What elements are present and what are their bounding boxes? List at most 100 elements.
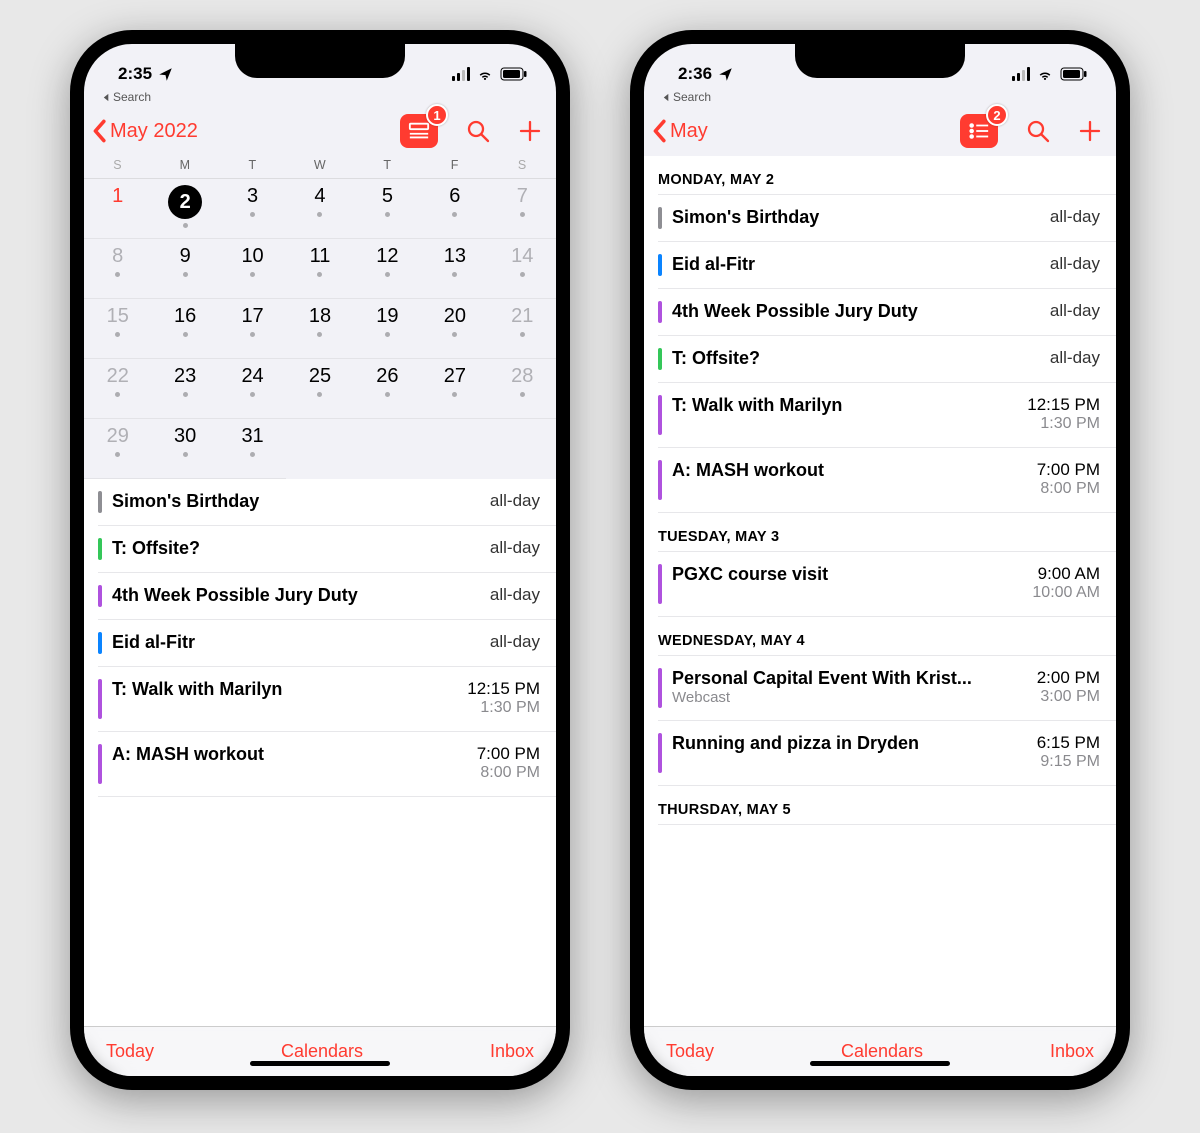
calendar-day-cell[interactable]: 14 [489, 239, 556, 299]
calendar-day-cell[interactable]: 9 [151, 239, 218, 299]
battery-icon [1060, 67, 1088, 81]
weekday-label: M [151, 158, 218, 172]
event-time: 7:00 PM8:00 PM [477, 744, 540, 782]
calendar-day-cell[interactable]: 27 [421, 359, 488, 419]
calendar-day-cell[interactable]: 22 [84, 359, 151, 419]
today-button[interactable]: Today [666, 1041, 714, 1062]
event-color-bar [658, 733, 662, 773]
calendar-day-cell[interactable]: 20 [421, 299, 488, 359]
event-title: Simon's Birthday [672, 207, 819, 228]
today-button[interactable]: Today [106, 1041, 154, 1062]
event-row[interactable]: Eid al-Fitrall-day [658, 242, 1116, 289]
calendar-day-cell[interactable]: 3 [219, 179, 286, 239]
event-row[interactable]: Eid al-Fitrall-day [98, 620, 556, 667]
calendar-day-cell[interactable]: 7 [489, 179, 556, 239]
event-row[interactable]: T: Offsite? all-day [98, 526, 556, 573]
calendar-day-cell[interactable]: 30 [151, 419, 218, 479]
search-button[interactable] [466, 119, 490, 143]
calendar-day-cell[interactable]: 17 [219, 299, 286, 359]
inbox-button[interactable]: Inbox [490, 1041, 534, 1062]
calendar-day-cell[interactable]: 24 [219, 359, 286, 419]
calendar-day-cell[interactable]: 15 [84, 299, 151, 359]
calendar-day-cell[interactable]: 11 [286, 239, 353, 299]
event-row[interactable]: Running and pizza in Dryden6:15 PM9:15 P… [658, 721, 1116, 786]
agenda-list[interactable]: MONDAY, MAY 2 Simon's Birthday all-day Eid … [644, 156, 1116, 1026]
calendar-day-cell[interactable]: 31 [219, 419, 286, 479]
calendar-day-cell[interactable]: 2 [151, 179, 218, 239]
calendar-day-cell[interactable]: 23 [151, 359, 218, 419]
view-toggle-button[interactable]: 2 [960, 114, 998, 148]
back-button[interactable]: May 2022 [90, 119, 198, 143]
event-row[interactable]: Simon's Birthday all-day [658, 195, 1116, 242]
event-row[interactable]: PGXC course visit9:00 AM10:00 AM [658, 552, 1116, 617]
event-row[interactable]: 4th Week Possible Jury Dutyall-day [658, 289, 1116, 336]
calendar-day-cell[interactable]: 21 [489, 299, 556, 359]
event-row[interactable]: A: MASH workout7:00 PM8:00 PM [98, 732, 556, 797]
status-time: 2:36 [678, 64, 712, 84]
toolbar-bottom: Today Calendars Inbox [84, 1026, 556, 1076]
calendar-day-cell[interactable]: 6 [421, 179, 488, 239]
badge: 1 [426, 104, 448, 126]
screen-right: 2:36 Search May [644, 44, 1116, 1076]
triangle-left-icon [662, 93, 671, 102]
home-indicator[interactable] [250, 1061, 390, 1066]
event-row[interactable]: Simon's Birthdayall-day [98, 479, 556, 526]
calendar-day-cell[interactable]: 19 [354, 299, 421, 359]
calendars-button[interactable]: Calendars [841, 1041, 923, 1062]
section-header: MONDAY, MAY 2 [658, 156, 1116, 195]
calendar-day-cell[interactable]: 1 [84, 179, 151, 239]
event-row[interactable]: T: Walk with Marilyn12:15 PM1:30 PM [658, 383, 1116, 448]
calendar-day-cell[interactable]: 18 [286, 299, 353, 359]
calendar-day-cell[interactable]: 25 [286, 359, 353, 419]
chevron-left-icon [650, 119, 668, 143]
event-title: T: Offsite? [112, 538, 200, 559]
triangle-left-icon [102, 93, 111, 102]
calendar-day-cell[interactable]: 12 [354, 239, 421, 299]
location-icon [718, 67, 733, 82]
calendar-day-cell[interactable]: 26 [354, 359, 421, 419]
back-button[interactable]: May [650, 119, 708, 143]
event-row[interactable]: T: Walk with Marilyn12:15 PM1:30 PM [98, 667, 556, 732]
chevron-left-icon [90, 119, 108, 143]
calendar-day-cell[interactable]: 13 [421, 239, 488, 299]
cellular-icon [452, 67, 470, 81]
event-list[interactable]: Simon's Birthdayall-day T: Offsite? all-da… [84, 479, 556, 1026]
breadcrumb-back[interactable]: Search [84, 88, 556, 108]
breadcrumb-back[interactable]: Search [644, 88, 1116, 108]
add-event-button[interactable] [1078, 119, 1102, 143]
event-row[interactable]: T: Offsite?all-day [658, 336, 1116, 383]
event-color-bar [98, 632, 102, 654]
inbox-button[interactable]: Inbox [1050, 1041, 1094, 1062]
event-time: all-day [1050, 348, 1100, 368]
weekday-label: F [421, 158, 488, 172]
event-time: all-day [1050, 207, 1100, 227]
calendar-day-cell[interactable]: 16 [151, 299, 218, 359]
calendars-button[interactable]: Calendars [281, 1041, 363, 1062]
search-button[interactable] [1026, 119, 1050, 143]
weekday-label: W [286, 158, 353, 172]
calendar-day-cell[interactable]: 10 [219, 239, 286, 299]
event-title: T: Walk with Marilyn [672, 395, 842, 416]
event-time: 12:15 PM1:30 PM [467, 679, 540, 717]
calendar-day-cell[interactable]: 4 [286, 179, 353, 239]
calendar-day-cell[interactable]: 8 [84, 239, 151, 299]
calendar-day-cell[interactable]: 28 [489, 359, 556, 419]
notch [795, 44, 965, 78]
view-toggle-button[interactable]: 1 [400, 114, 438, 148]
cellular-icon [1012, 67, 1030, 81]
event-color-bar [98, 538, 102, 560]
plus-icon [518, 119, 542, 143]
battery-icon [500, 67, 528, 81]
event-title: 4th Week Possible Jury Duty [112, 585, 358, 606]
add-event-button[interactable] [518, 119, 542, 143]
calendar-day-cell[interactable]: 5 [354, 179, 421, 239]
home-indicator[interactable] [810, 1061, 950, 1066]
wifi-icon [1036, 65, 1054, 83]
event-row[interactable]: 4th Week Possible Jury Dutyall-day [98, 573, 556, 620]
event-row[interactable]: A: MASH workout7:00 PM8:00 PM [658, 448, 1116, 513]
calendar-day-cell[interactable]: 29 [84, 419, 151, 479]
event-color-bar [658, 460, 662, 500]
event-row[interactable]: Personal Capital Event With Krist...Webc… [658, 656, 1116, 721]
calendar-grid[interactable]: 1234567891011121314151617181920212223242… [84, 178, 556, 479]
event-time: all-day [490, 538, 540, 558]
